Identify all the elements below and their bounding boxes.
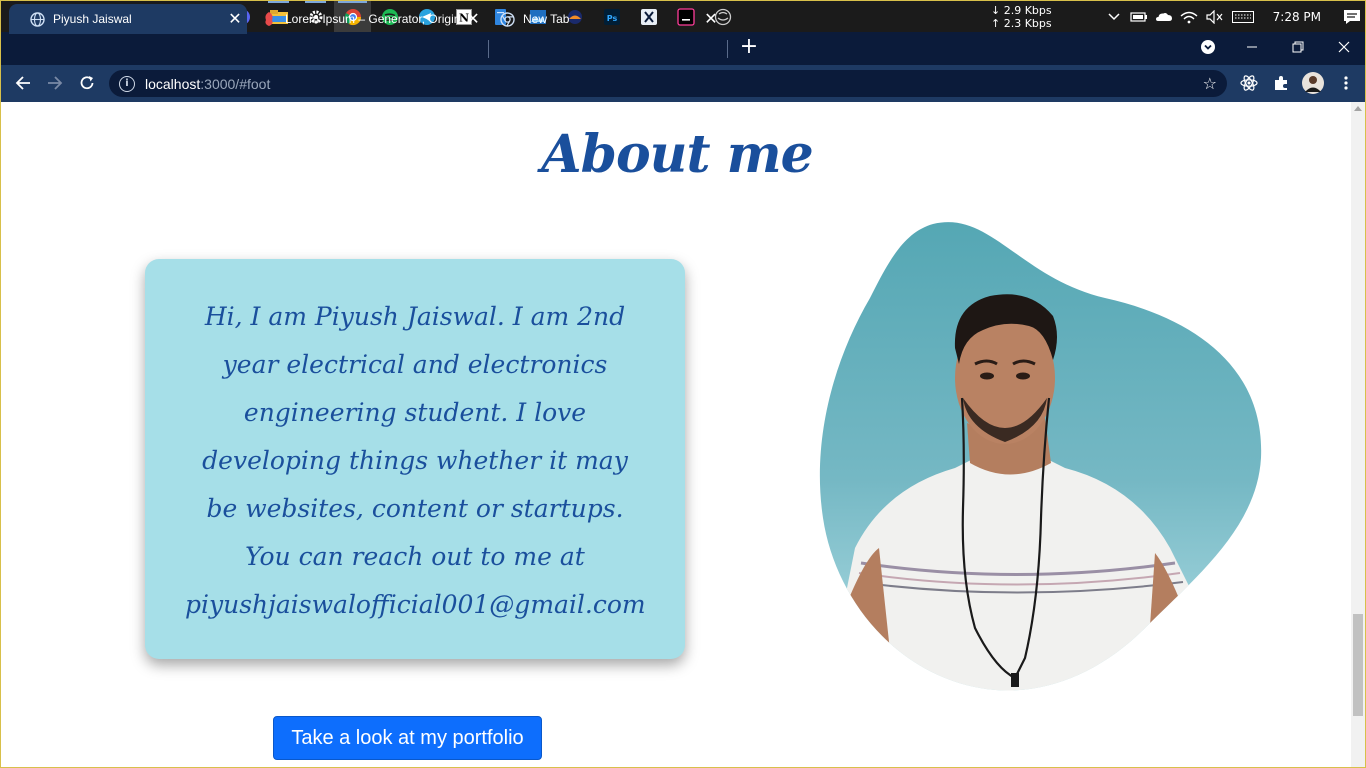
tab-new-tab[interactable]: New Tab ✕	[489, 4, 723, 34]
onedrive-icon[interactable]	[1152, 1, 1177, 32]
new-tab-button[interactable]: +	[737, 35, 761, 59]
close-tab-icon[interactable]: ✕	[461, 9, 485, 29]
scroll-up-arrow-icon[interactable]	[1354, 106, 1362, 111]
minimize-icon[interactable]	[1229, 32, 1275, 62]
wifi-icon[interactable]	[1177, 1, 1202, 32]
tab-separator	[488, 40, 489, 58]
notification-icon[interactable]	[1337, 1, 1365, 32]
url-host: localhost	[145, 75, 201, 92]
restore-icon[interactable]	[1275, 32, 1321, 62]
react-devtools-icon[interactable]	[1237, 71, 1261, 95]
about-card: Hi, I am Piyush Jaiswal. I am 2nd year e…	[145, 259, 685, 659]
extensions-puzzle-icon[interactable]	[1269, 71, 1293, 95]
portfolio-button[interactable]: Take a look at my portfolio	[273, 716, 542, 760]
tab-label: Piyush Jaiswal	[53, 12, 132, 26]
tab-strip	[1, 32, 1365, 65]
close-tab-icon[interactable]: ✕	[223, 9, 247, 29]
reload-icon[interactable]	[73, 69, 101, 97]
bookmark-star-icon[interactable]: ☆	[1203, 74, 1217, 93]
net-down-text: ↓ 2.9 Kbps	[991, 3, 1052, 17]
chrome-favicon-icon	[499, 11, 515, 27]
tab-label: New Tab	[523, 12, 570, 26]
address-bar[interactable]: i localhost:3000/#foot ☆	[109, 70, 1227, 97]
back-arrow-icon[interactable]	[9, 69, 37, 97]
scrollbar-thumb[interactable]	[1353, 614, 1363, 716]
forward-arrow-icon[interactable]	[41, 69, 69, 97]
screen: N Ps ↓ 2.9 Kbps ↑ 2.3 Kbps 7:28 PM Piyus…	[0, 0, 1366, 768]
net-up-text: ↑ 2.3 Kbps	[991, 16, 1052, 30]
tab-label: Lorem Ipsum – Generator, Origin	[285, 12, 461, 26]
volume-muted-icon[interactable]	[1202, 1, 1227, 32]
profile-photo	[815, 218, 1265, 698]
about-contact-text: You can reach out to me at piyushjaiswal…	[185, 542, 646, 619]
url-path: :3000/#foot	[200, 75, 271, 92]
tab-piyush-jaiswal[interactable]: Piyush Jaiswal ✕	[9, 4, 247, 34]
system-tray: ↓ 2.9 Kbps ↑ 2.3 Kbps 7:28 PM	[991, 1, 1365, 32]
page-viewport: About me Hi, I am Piyush Jaiswal. I am 2…	[3, 102, 1351, 767]
globe-icon	[29, 11, 45, 27]
close-tab-icon[interactable]: ✕	[699, 9, 723, 29]
close-window-icon[interactable]	[1321, 32, 1365, 62]
profile-avatar[interactable]	[1301, 71, 1325, 95]
page-scrollbar[interactable]	[1351, 102, 1365, 767]
tab-separator	[727, 40, 728, 58]
network-speed: ↓ 2.9 Kbps ↑ 2.3 Kbps	[991, 4, 1052, 30]
tab-lorem-ipsum[interactable]: Lorem Ipsum – Generator, Origin ✕	[247, 4, 485, 34]
site-info-icon[interactable]: i	[119, 75, 135, 92]
keyboard-icon[interactable]	[1227, 1, 1259, 32]
tab-search-icon[interactable]	[1185, 32, 1231, 62]
lorem-ipsum-favicon-icon	[261, 11, 277, 27]
battery-icon[interactable]	[1127, 1, 1152, 32]
about-intro-text: Hi, I am Piyush Jaiswal. I am 2nd year e…	[202, 302, 628, 523]
clock-time[interactable]: 7:28 PM	[1273, 10, 1321, 24]
chevron-up-icon[interactable]	[1102, 1, 1127, 32]
browser-toolbar: i localhost:3000/#foot ☆	[1, 65, 1365, 102]
about-title: About me	[541, 124, 813, 185]
menu-kebab-icon[interactable]	[1334, 71, 1358, 95]
